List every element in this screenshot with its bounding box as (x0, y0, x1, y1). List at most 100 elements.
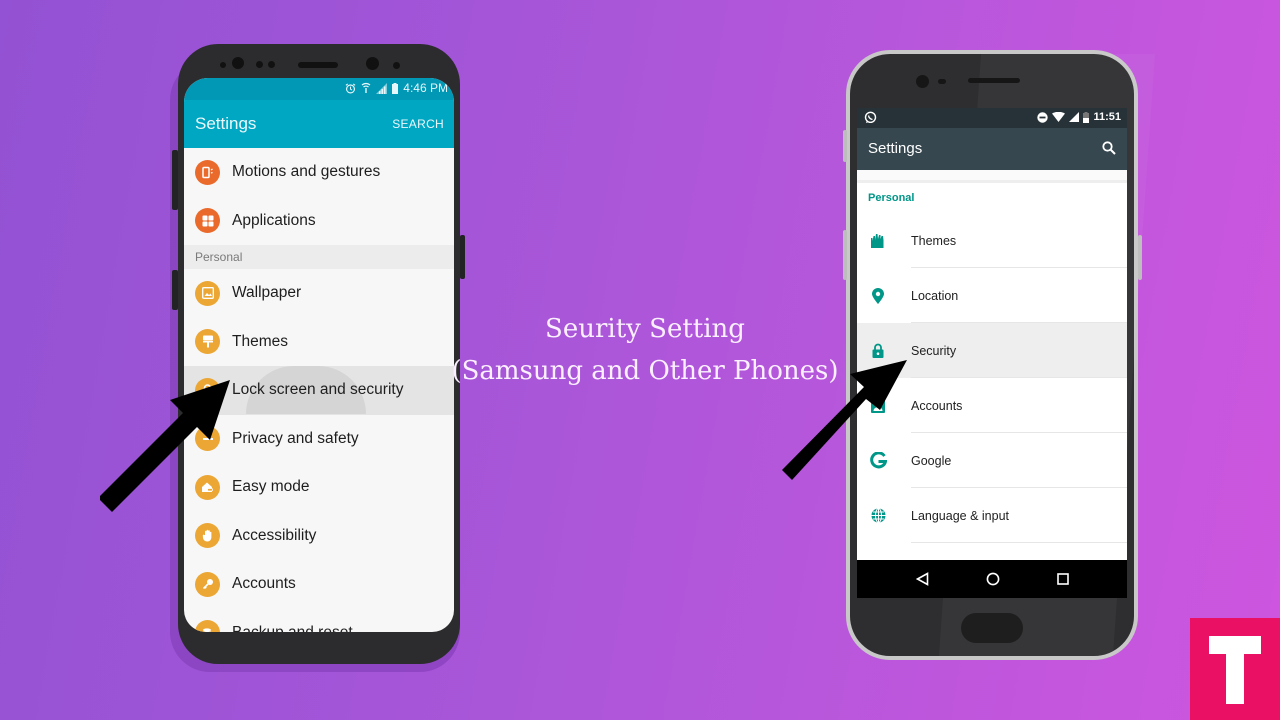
settings-item-label: Themes (232, 332, 288, 350)
settings-item-lock-screen-security[interactable]: Lock screen and security (184, 366, 454, 415)
settings-item-label: Security (911, 343, 957, 358)
settings-item-label: Accounts (911, 398, 963, 413)
home-button[interactable] (961, 613, 1023, 643)
search-button[interactable]: SEARCH (392, 117, 444, 131)
settings-item-label: Backup and reset (232, 624, 353, 632)
easy-mode-house-icon (195, 474, 220, 500)
settings-item-motions-gestures[interactable]: Motions and gestures (184, 148, 454, 197)
alarm-icon (345, 82, 356, 93)
settings-list: Motions and gestures Applications Person… (184, 148, 454, 632)
earpiece (298, 62, 338, 68)
settings-item-label: Themes (911, 233, 957, 248)
settings-item-applications[interactable]: Applications (184, 197, 454, 246)
signal-icon (1069, 112, 1080, 122)
power-button (460, 235, 465, 279)
themes-icon (868, 231, 888, 251)
sensor-dot (220, 62, 226, 68)
samsung-screen: 4:46 PM Settings SEARCH Motions and gest… (184, 78, 454, 632)
divider (911, 541, 1127, 543)
list-divider (857, 170, 1127, 183)
caption: Seurity Setting (Samsung and Other Phone… (440, 308, 850, 392)
settings-item-google[interactable]: Google (857, 433, 1127, 488)
settings-item-easy-mode[interactable]: Easy mode (184, 463, 454, 512)
brand-logo (1190, 618, 1280, 720)
wallpaper-icon (195, 280, 220, 306)
lock-icon (195, 377, 220, 403)
settings-item-themes[interactable]: Themes (857, 213, 1127, 268)
apps-grid-icon (195, 208, 220, 234)
sensor (938, 79, 946, 84)
wifi-icon (1052, 112, 1066, 122)
privacy-icon (195, 426, 220, 452)
hand-icon (195, 523, 220, 549)
settings-item-privacy-safety[interactable]: Privacy and safety (184, 415, 454, 464)
settings-item-label: Easy mode (232, 478, 310, 496)
battery-icon (392, 82, 399, 94)
settings-list: Personal Themes Location Security Accoun… (857, 170, 1127, 543)
settings-item-security[interactable]: Security (857, 323, 1127, 378)
settings-item-accessibility[interactable]: Accessibility (184, 512, 454, 561)
caption-title: Seurity Setting (545, 314, 745, 344)
recents-icon[interactable] (1056, 573, 1069, 585)
status-bar: 4:46 PM (184, 78, 454, 100)
battery-icon (1083, 111, 1090, 123)
settings-item-label: Location (911, 288, 959, 303)
app-bar: Settings SEARCH (184, 100, 454, 148)
section-header-personal: Personal (184, 245, 454, 269)
settings-item-location[interactable]: Location (857, 268, 1127, 323)
sensor-dot (256, 61, 263, 68)
bixby-button (172, 270, 178, 310)
section-header-personal: Personal (868, 192, 915, 204)
settings-item-language-input[interactable]: Language & input (857, 488, 1127, 543)
do-not-disturb-icon (1037, 111, 1049, 123)
backup-icon (195, 620, 220, 632)
settings-item-label: Accessibility (232, 526, 317, 544)
app-bar: Settings (857, 128, 1127, 170)
settings-item-label: Lock screen and security (232, 381, 404, 399)
volume-button (172, 150, 178, 210)
globe-icon (868, 506, 888, 526)
home-icon[interactable] (986, 572, 1000, 586)
page-title: Settings (868, 140, 923, 157)
page-title: Settings (195, 114, 257, 133)
settings-item-backup-reset[interactable]: Backup and reset (184, 609, 454, 632)
logo-t-icon (1209, 636, 1261, 704)
settings-item-themes[interactable]: Themes (184, 318, 454, 367)
settings-item-label: Accounts (232, 575, 296, 593)
signal-icon (376, 82, 388, 94)
settings-item-label: Privacy and safety (232, 429, 359, 447)
settings-item-label: Wallpaper (232, 284, 302, 302)
status-time: 4:46 PM (403, 81, 448, 95)
key-icon (195, 571, 220, 597)
whatsapp-icon (864, 111, 877, 124)
settings-item-label: Language & input (911, 508, 1010, 523)
android-screen: 11:51 Settings Personal Themes Location … (857, 108, 1127, 598)
navigation-bar (857, 560, 1127, 598)
settings-item-label: Google (911, 453, 952, 468)
wifi-icon (361, 82, 371, 93)
sensor-dot (393, 62, 400, 69)
settings-item-accounts[interactable]: Accounts (184, 560, 454, 609)
paint-brush-icon (195, 329, 220, 355)
front-camera (232, 57, 244, 69)
location-pin-icon (868, 286, 888, 306)
status-bar: 11:51 (857, 108, 1127, 128)
sensor-dot (268, 61, 275, 68)
back-icon[interactable] (915, 572, 929, 586)
side-button (843, 130, 847, 162)
volume-button (843, 230, 847, 280)
status-time: 11:51 (1093, 111, 1121, 123)
google-g-icon (868, 451, 888, 471)
front-camera (916, 75, 929, 88)
caption-subtitle: (Samsung and Other Phones) (451, 356, 839, 386)
settings-item-label: Applications (232, 211, 316, 229)
iris-scanner (366, 57, 379, 70)
lock-icon (868, 341, 888, 361)
settings-item-label: Motions and gestures (232, 163, 381, 181)
settings-item-accounts[interactable]: Accounts (857, 378, 1127, 433)
search-icon[interactable] (1102, 141, 1116, 155)
motion-icon (195, 159, 220, 185)
earpiece (968, 78, 1020, 83)
settings-item-wallpaper[interactable]: Wallpaper (184, 269, 454, 318)
account-icon (868, 396, 888, 416)
